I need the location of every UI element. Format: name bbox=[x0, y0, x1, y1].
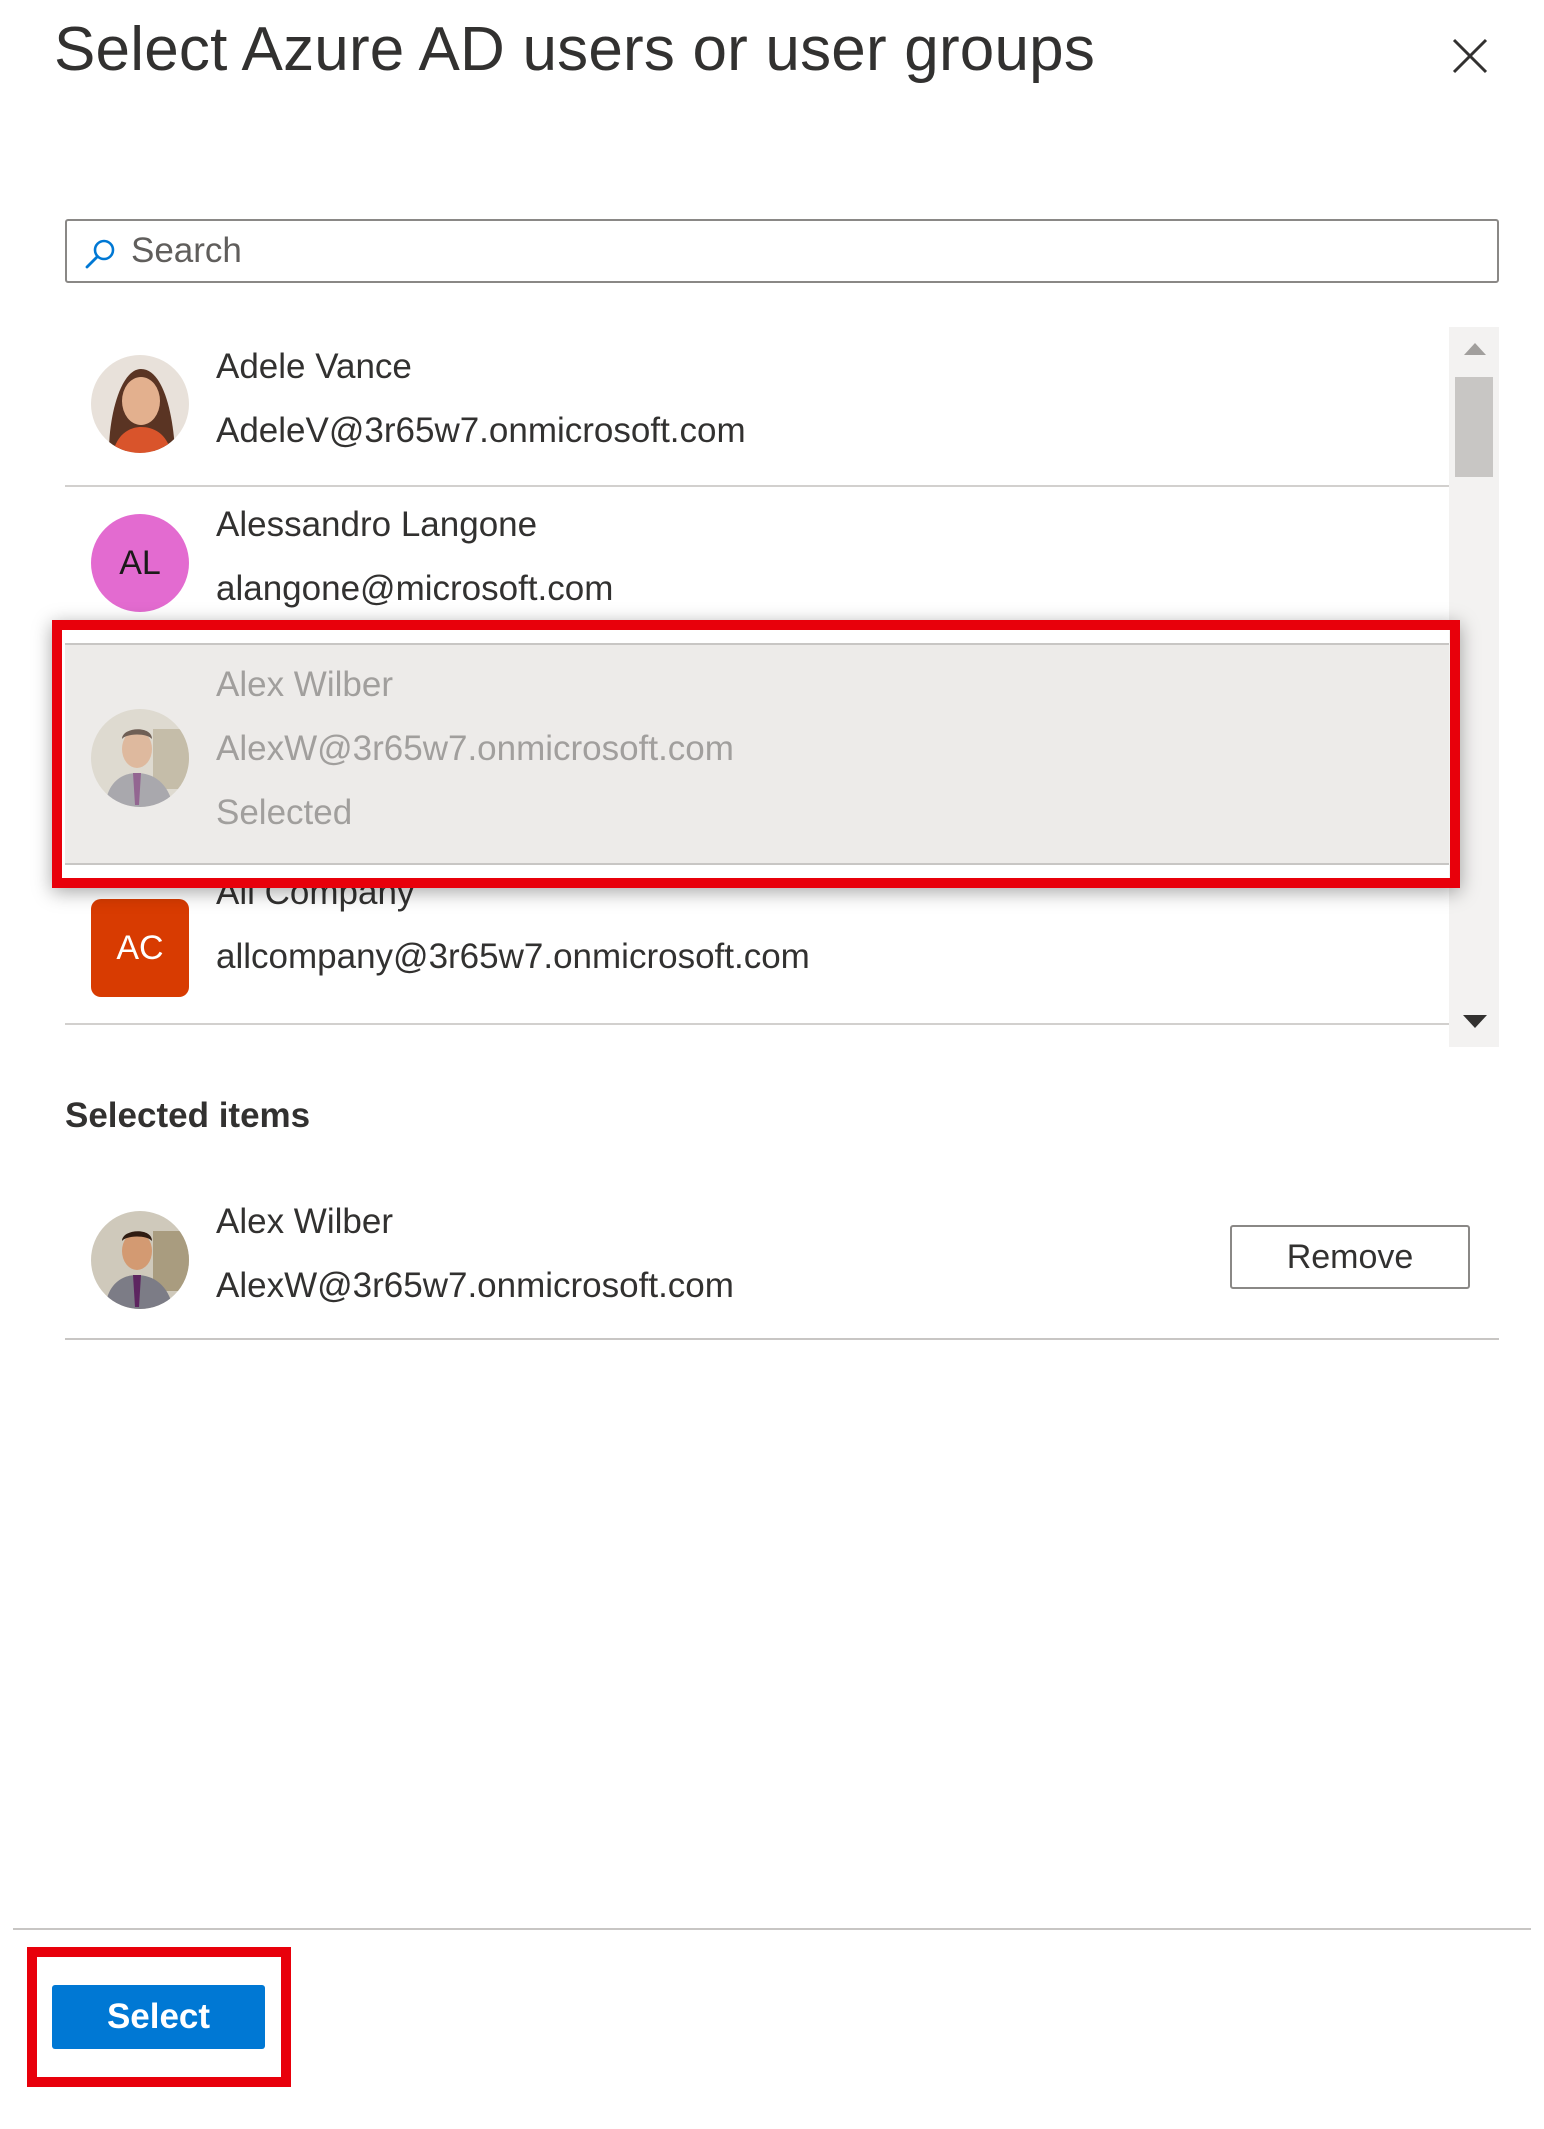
search-box[interactable] bbox=[65, 219, 1499, 283]
result-row-alex-wilber[interactable]: Alex Wilber AlexW@3r65w7.onmicrosoft.com… bbox=[65, 643, 1450, 865]
results-list: Adele Vance AdeleV@3r65w7.onmicrosoft.co… bbox=[65, 327, 1499, 1047]
avatar-initials: AL bbox=[91, 514, 189, 612]
results-scrollbar[interactable] bbox=[1449, 327, 1499, 1047]
avatar-alex-wilber bbox=[91, 1211, 189, 1309]
result-row-all-company[interactable]: AC All Company allcompany@3r65w7.onmicro… bbox=[65, 865, 1450, 1025]
search-input[interactable] bbox=[131, 225, 1481, 277]
avatar-alex-wilber bbox=[91, 709, 189, 807]
avatar-initials: AC bbox=[91, 899, 189, 997]
footer-divider bbox=[13, 1928, 1531, 1930]
selected-item-name: Alex Wilber bbox=[216, 1202, 393, 1241]
scroll-thumb[interactable] bbox=[1455, 377, 1493, 477]
result-email: AlexW@3r65w7.onmicrosoft.com bbox=[216, 729, 734, 768]
result-name: Adele Vance bbox=[216, 347, 412, 386]
selected-items-heading: Selected items bbox=[65, 1096, 311, 1135]
scroll-down-arrow-icon[interactable] bbox=[1463, 1015, 1487, 1028]
remove-button[interactable]: Remove bbox=[1230, 1225, 1470, 1289]
result-email: alangone@microsoft.com bbox=[216, 569, 614, 608]
selected-item-row: Alex Wilber AlexW@3r65w7.onmicrosoft.com… bbox=[65, 1190, 1499, 1340]
close-button[interactable] bbox=[1446, 32, 1494, 80]
search-icon bbox=[85, 239, 115, 269]
result-name: All Company bbox=[216, 873, 415, 912]
result-name: Alessandro Langone bbox=[216, 505, 538, 544]
selected-item-email: AlexW@3r65w7.onmicrosoft.com bbox=[216, 1266, 734, 1305]
close-icon bbox=[1452, 38, 1488, 74]
select-button[interactable]: Select bbox=[52, 1985, 265, 2049]
result-row-alessandro-langone[interactable]: AL Alessandro Langone alangone@microsoft… bbox=[65, 487, 1450, 647]
scroll-up-arrow-icon[interactable] bbox=[1464, 343, 1486, 355]
dialog-title: Select Azure AD users or user groups bbox=[54, 15, 1096, 84]
selected-status: Selected bbox=[216, 793, 353, 832]
result-email: allcompany@3r65w7.onmicrosoft.com bbox=[216, 937, 810, 976]
result-row-adele-vance[interactable]: Adele Vance AdeleV@3r65w7.onmicrosoft.co… bbox=[65, 327, 1450, 487]
result-email: AdeleV@3r65w7.onmicrosoft.com bbox=[216, 411, 746, 450]
avatar-adele-vance bbox=[91, 355, 189, 453]
result-name: Alex Wilber bbox=[216, 665, 393, 704]
